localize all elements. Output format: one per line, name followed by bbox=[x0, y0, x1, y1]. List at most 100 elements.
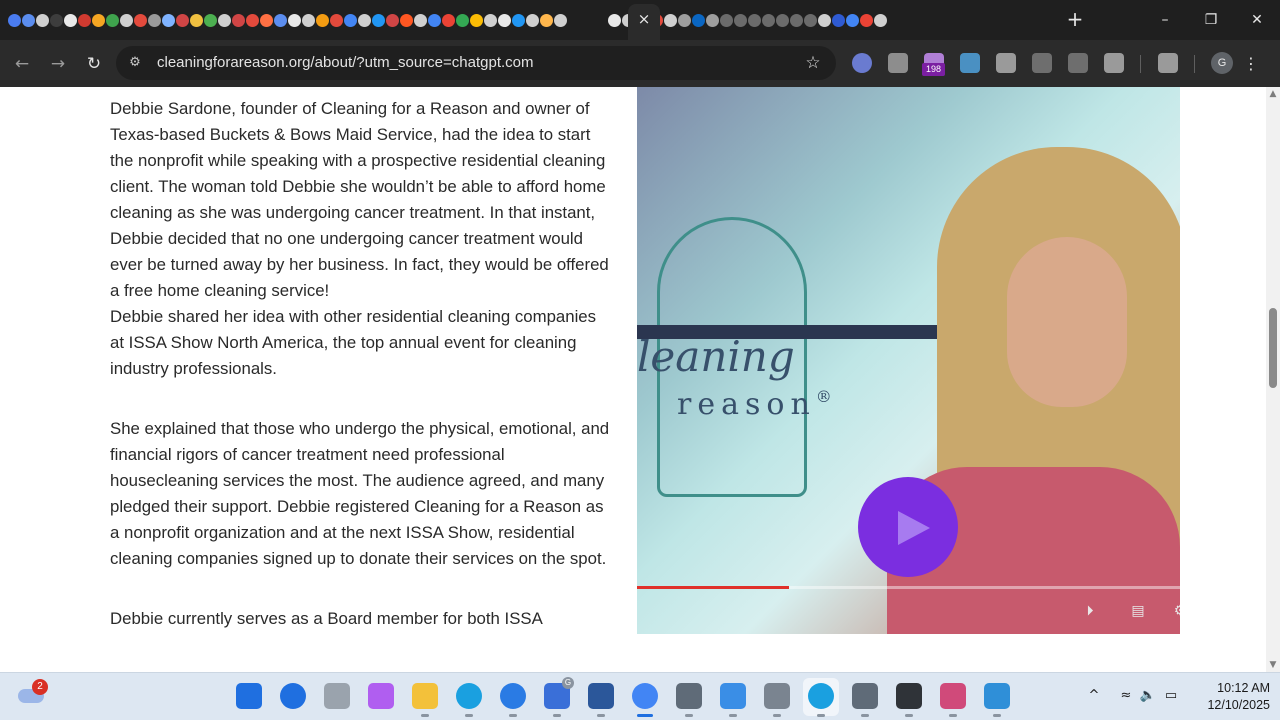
tab-favicon-icon[interactable] bbox=[664, 14, 677, 27]
tab-favicon-icon[interactable] bbox=[456, 14, 469, 27]
tab-favicon-icon[interactable] bbox=[706, 14, 719, 27]
wifi-icon[interactable]: ≈ bbox=[1117, 687, 1135, 705]
tab-favicon-icon[interactable] bbox=[818, 14, 831, 27]
video-progress-bar[interactable] bbox=[637, 586, 1180, 589]
extension-icon[interactable] bbox=[996, 53, 1016, 73]
tray-chevron-icon[interactable]: ^ bbox=[1085, 687, 1103, 705]
new-tab-button[interactable]: + bbox=[1064, 8, 1086, 30]
tab-favicon-icon[interactable] bbox=[36, 14, 49, 27]
tab-favicon-icon[interactable] bbox=[120, 14, 133, 27]
edge-profile-icon[interactable] bbox=[456, 683, 482, 709]
restore-button[interactable]: ❐ bbox=[1196, 8, 1226, 32]
tab-favicon-icon[interactable] bbox=[190, 14, 203, 27]
tab-favicon-icon[interactable] bbox=[372, 14, 385, 27]
tab-favicon-icon[interactable] bbox=[162, 14, 175, 27]
play-icon[interactable] bbox=[898, 511, 930, 545]
task-view-icon[interactable] bbox=[324, 683, 350, 709]
system-clock[interactable]: 10:12 AM 12/10/2025 bbox=[1190, 680, 1270, 714]
tab-favicon-icon[interactable] bbox=[344, 14, 357, 27]
page-scrollbar[interactable]: ▲ ▼ bbox=[1266, 87, 1280, 672]
tab-favicon-icon[interactable] bbox=[316, 14, 329, 27]
tab-favicon-icon[interactable] bbox=[692, 14, 705, 27]
notepad-app-icon[interactable] bbox=[984, 683, 1010, 709]
tab-favicons[interactable] bbox=[8, 10, 1008, 30]
tab-favicon-icon[interactable] bbox=[414, 14, 427, 27]
extension-icon[interactable] bbox=[1158, 53, 1178, 73]
tab-favicon-icon[interactable] bbox=[540, 14, 553, 27]
tab-favicon-icon[interactable] bbox=[874, 14, 887, 27]
tab-favicon-icon[interactable] bbox=[106, 14, 119, 27]
search-app-icon[interactable] bbox=[280, 683, 306, 709]
extension-icon[interactable] bbox=[960, 53, 980, 73]
tab-favicon-icon[interactable] bbox=[232, 14, 245, 27]
tab-favicon-icon[interactable] bbox=[442, 14, 455, 27]
tab-favicon-icon[interactable] bbox=[288, 14, 301, 27]
start-button-icon[interactable] bbox=[236, 683, 262, 709]
tab-favicon-icon[interactable] bbox=[526, 14, 539, 27]
tab-favicon-icon[interactable] bbox=[8, 14, 21, 27]
tab-favicon-icon[interactable] bbox=[484, 14, 497, 27]
autoplay-toggle-icon[interactable]: ⏵ bbox=[1077, 602, 1103, 620]
extension-icon[interactable] bbox=[888, 53, 908, 73]
extension-icon[interactable] bbox=[1032, 53, 1052, 73]
tab-favicon-icon[interactable] bbox=[218, 14, 231, 27]
captions-icon[interactable]: ▤ bbox=[1125, 602, 1151, 620]
tab-favicon-icon[interactable] bbox=[832, 14, 845, 27]
tab-favicon-icon[interactable] bbox=[22, 14, 35, 27]
word-app-icon[interactable] bbox=[588, 683, 614, 709]
browser-menu-icon[interactable]: ⋮ bbox=[1242, 52, 1260, 76]
tab-favicon-icon[interactable] bbox=[498, 14, 511, 27]
tab-favicon-icon[interactable] bbox=[134, 14, 147, 27]
tab-favicon-icon[interactable] bbox=[260, 14, 273, 27]
settings-app-icon[interactable] bbox=[676, 683, 702, 709]
tab-favicon-icon[interactable] bbox=[748, 14, 761, 27]
tab-favicon-icon[interactable] bbox=[678, 14, 691, 27]
address-bar[interactable]: ⚙ cleaningforareason.org/about/?utm_sour… bbox=[116, 46, 836, 80]
gear-app-icon[interactable] bbox=[896, 683, 922, 709]
tab-favicon-icon[interactable] bbox=[92, 14, 105, 27]
quick-assist-icon[interactable] bbox=[500, 683, 526, 709]
tab-favicon-icon[interactable] bbox=[400, 14, 413, 27]
tab-favicon-icon[interactable] bbox=[358, 14, 371, 27]
video-player[interactable]: leaning reason® ⏵ ▤ ⚙ bbox=[637, 87, 1180, 634]
tab-favicon-icon[interactable] bbox=[608, 14, 621, 27]
tab-favicon-icon[interactable] bbox=[512, 14, 525, 27]
tab-favicon-icon[interactable] bbox=[720, 14, 733, 27]
extension-icon[interactable] bbox=[1104, 53, 1124, 73]
minimize-button[interactable]: – bbox=[1150, 8, 1180, 32]
tab-close-button[interactable]: × bbox=[637, 9, 651, 29]
tab-favicon-icon[interactable] bbox=[554, 14, 567, 27]
scroll-thumb[interactable] bbox=[1269, 308, 1277, 388]
snipping-tool-icon[interactable] bbox=[940, 683, 966, 709]
tab-favicon-icon[interactable] bbox=[148, 14, 161, 27]
tab-favicon-icon[interactable] bbox=[330, 14, 343, 27]
weather-widget[interactable]: 2 bbox=[18, 679, 48, 705]
tab-favicon-icon[interactable] bbox=[204, 14, 217, 27]
extension-icon[interactable] bbox=[1068, 53, 1088, 73]
tab-favicon-icon[interactable] bbox=[804, 14, 817, 27]
tab-favicon-icon[interactable] bbox=[302, 14, 315, 27]
extension-icon[interactable] bbox=[852, 53, 872, 73]
tab-favicon-icon[interactable] bbox=[274, 14, 287, 27]
tab-favicon-icon[interactable] bbox=[860, 14, 873, 27]
tab-favicon-icon[interactable] bbox=[78, 14, 91, 27]
tab-favicon-icon[interactable] bbox=[386, 14, 399, 27]
tab-favicon-icon[interactable] bbox=[776, 14, 789, 27]
scroll-down-icon[interactable]: ▼ bbox=[1266, 658, 1280, 672]
reload-button[interactable]: ↻ bbox=[82, 52, 106, 76]
copilot-app-icon[interactable] bbox=[368, 683, 394, 709]
tab-favicon-icon[interactable] bbox=[470, 14, 483, 27]
url-text[interactable]: cleaningforareason.org/about/?utm_source… bbox=[157, 54, 534, 71]
file-explorer-icon[interactable] bbox=[412, 683, 438, 709]
close-window-button[interactable]: ✕ bbox=[1242, 8, 1272, 32]
scroll-up-icon[interactable]: ▲ bbox=[1266, 87, 1280, 101]
tab-favicon-icon[interactable] bbox=[762, 14, 775, 27]
back-button[interactable]: ← bbox=[10, 52, 34, 76]
tab-favicon-icon[interactable] bbox=[428, 14, 441, 27]
bookmark-star-icon[interactable]: ☆ bbox=[802, 52, 824, 74]
usb-device-app-icon[interactable] bbox=[764, 683, 790, 709]
volume-icon[interactable]: 🔈 bbox=[1139, 687, 1157, 705]
tab-favicon-icon[interactable] bbox=[790, 14, 803, 27]
tab-favicon-icon[interactable] bbox=[734, 14, 747, 27]
photos-app-icon[interactable] bbox=[720, 683, 746, 709]
